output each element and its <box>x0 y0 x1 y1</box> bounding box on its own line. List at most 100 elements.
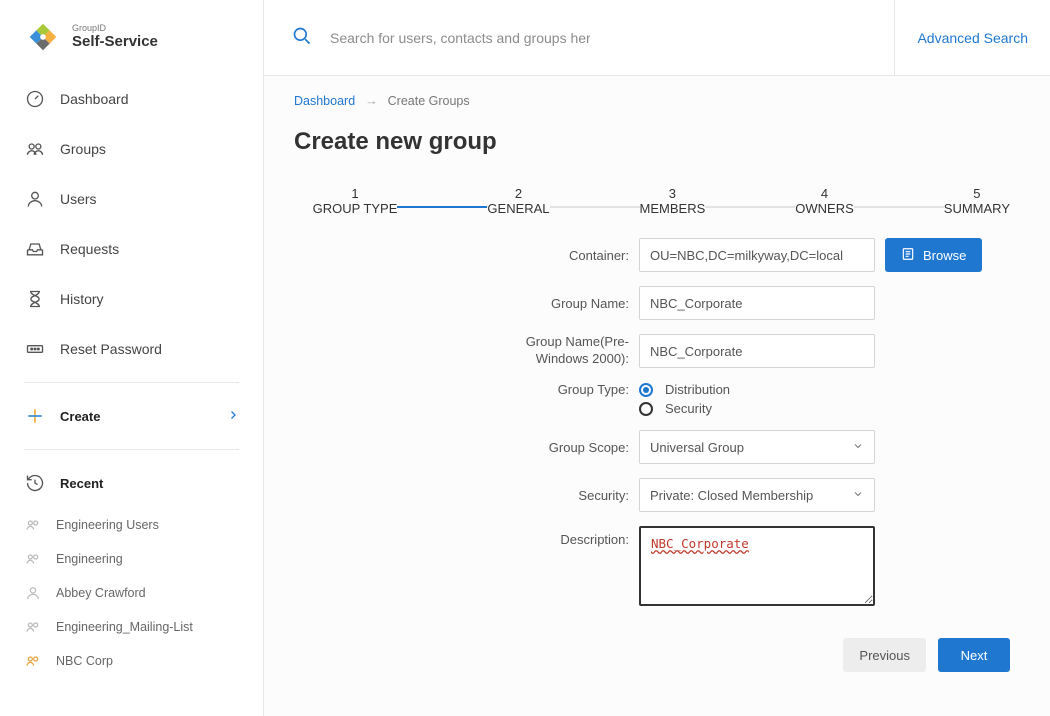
group-scope-select[interactable]: Universal Group <box>639 430 875 464</box>
step-group-type[interactable]: 1 GROUP TYPE <box>313 186 398 216</box>
nav-main: Dashboard Groups Users Requests <box>0 74 263 374</box>
user-icon <box>24 188 46 210</box>
recent-item-label: Engineering <box>56 552 123 566</box>
label-description: Description: <box>294 526 639 547</box>
label-security: Security: <box>294 488 639 503</box>
page-title: Create new group <box>294 128 1020 156</box>
app-root: GroupID Self-Service Dashboard Groups <box>0 0 1050 716</box>
step-connector <box>550 206 640 208</box>
brand-sub: GroupID <box>72 24 158 33</box>
groups-icon <box>24 618 42 636</box>
footer-buttons: Previous Next <box>294 620 1020 690</box>
recent-item[interactable]: Engineering <box>0 542 263 576</box>
radio-icon <box>639 383 653 397</box>
groups-icon <box>24 138 46 160</box>
step-owners[interactable]: 4 OWNERS <box>795 186 854 216</box>
step-members[interactable]: 3 MEMBERS <box>640 186 706 216</box>
groups-icon <box>24 516 42 534</box>
step-circle: 4 <box>821 186 828 201</box>
recent-header: Recent <box>0 458 263 508</box>
group-name-input[interactable] <box>639 286 875 320</box>
row-security: Security: Private: Closed Membership <box>294 478 1020 512</box>
radio-distribution[interactable]: Distribution <box>639 382 730 397</box>
step-summary[interactable]: 5 SUMMARY <box>944 186 1010 216</box>
radio-security[interactable]: Security <box>639 401 730 416</box>
label-group-name-pre: Group Name(Pre- Windows 2000): <box>294 334 639 368</box>
container-input[interactable] <box>639 238 875 272</box>
topbar: Advanced Search <box>264 0 1050 76</box>
stepper: 1 GROUP TYPE 2 GENERAL 3 MEMBERS <box>294 186 1020 216</box>
plus-icon <box>24 405 46 427</box>
breadcrumb-current: Create Groups <box>388 94 470 108</box>
browse-button[interactable]: Browse <box>885 238 982 272</box>
groups-icon <box>24 550 42 568</box>
radio-icon <box>639 402 653 416</box>
nav-label: History <box>60 291 104 307</box>
browse-icon <box>901 247 915 264</box>
step-label: MEMBERS <box>640 201 706 216</box>
label-group-name: Group Name: <box>294 296 639 311</box>
previous-button[interactable]: Previous <box>843 638 926 672</box>
step-general[interactable]: 2 GENERAL <box>487 186 549 216</box>
step-circle: 1 <box>351 186 358 201</box>
breadcrumb-root[interactable]: Dashboard <box>294 94 355 108</box>
recent-item[interactable]: Engineering Users <box>0 508 263 542</box>
nav-requests[interactable]: Requests <box>0 224 263 274</box>
recent-item[interactable]: Abbey Crawford <box>0 576 263 610</box>
nav-groups[interactable]: Groups <box>0 124 263 174</box>
nav-label: Groups <box>60 141 106 157</box>
search-input[interactable] <box>330 30 590 46</box>
advanced-search-link[interactable]: Advanced Search <box>895 30 1050 46</box>
step-circle: 2 <box>515 186 522 201</box>
form: Container: Browse Group Name: <box>294 238 1020 710</box>
breadcrumb: Dashboard → Create Groups <box>294 94 1020 108</box>
nav-label: Dashboard <box>60 91 129 107</box>
nav-label: Reset Password <box>60 341 162 357</box>
recent-item-label: Abbey Crawford <box>56 586 146 600</box>
row-group-scope: Group Scope: Universal Group <box>294 430 1020 464</box>
chevron-down-icon <box>852 440 864 455</box>
group-name-pre-input[interactable] <box>639 334 875 368</box>
label-group-type: Group Type: <box>294 382 639 397</box>
row-group-name: Group Name: <box>294 286 1020 320</box>
nav-create[interactable]: Create <box>0 391 263 441</box>
nav-history[interactable]: History <box>0 274 263 324</box>
recent-item[interactable]: NBC Corp <box>0 644 263 678</box>
label-container: Container: <box>294 248 639 263</box>
step-connector <box>397 206 487 208</box>
recent-item[interactable]: Engineering_Mailing-List <box>0 610 263 644</box>
nav-dashboard[interactable]: Dashboard <box>0 74 263 124</box>
recent-list: Engineering Users Engineering Abbey Craw… <box>0 508 263 678</box>
nav-reset-password[interactable]: Reset Password <box>0 324 263 374</box>
inbox-icon <box>24 238 46 260</box>
content: Dashboard → Create Groups Create new gro… <box>264 76 1050 716</box>
row-group-type: Group Type: Distribution Security <box>294 382 1020 416</box>
search-icon <box>292 26 312 49</box>
row-description: Description: NBC_Corporate <box>294 526 1020 606</box>
radio-label: Security <box>665 401 712 416</box>
divider <box>24 382 239 383</box>
step-label: GROUP TYPE <box>313 201 398 216</box>
main: Advanced Search Dashboard → Create Group… <box>264 0 1050 716</box>
label-group-scope: Group Scope: <box>294 440 639 455</box>
row-container: Container: Browse <box>294 238 1020 272</box>
brand: GroupID Self-Service <box>0 18 263 74</box>
nav-users[interactable]: Users <box>0 174 263 224</box>
history-icon <box>24 472 46 494</box>
security-select[interactable]: Private: Closed Membership <box>639 478 875 512</box>
gauge-icon <box>24 88 46 110</box>
recent-item-label: Engineering Users <box>56 518 159 532</box>
step-connector <box>854 206 944 208</box>
recent-item-label: Engineering_Mailing-List <box>56 620 193 634</box>
row-group-name-pre: Group Name(Pre- Windows 2000): <box>294 334 1020 368</box>
sidebar: GroupID Self-Service Dashboard Groups <box>0 0 264 716</box>
password-icon <box>24 338 46 360</box>
radio-label: Distribution <box>665 382 730 397</box>
next-button[interactable]: Next <box>938 638 1010 672</box>
chevron-right-icon <box>227 409 239 424</box>
group-type-radio-group: Distribution Security <box>639 382 730 416</box>
arrow-right-icon: → <box>365 94 378 108</box>
description-textarea[interactable]: NBC_Corporate <box>639 526 875 606</box>
recent-item-label: NBC Corp <box>56 654 113 668</box>
create-label: Create <box>60 409 100 424</box>
